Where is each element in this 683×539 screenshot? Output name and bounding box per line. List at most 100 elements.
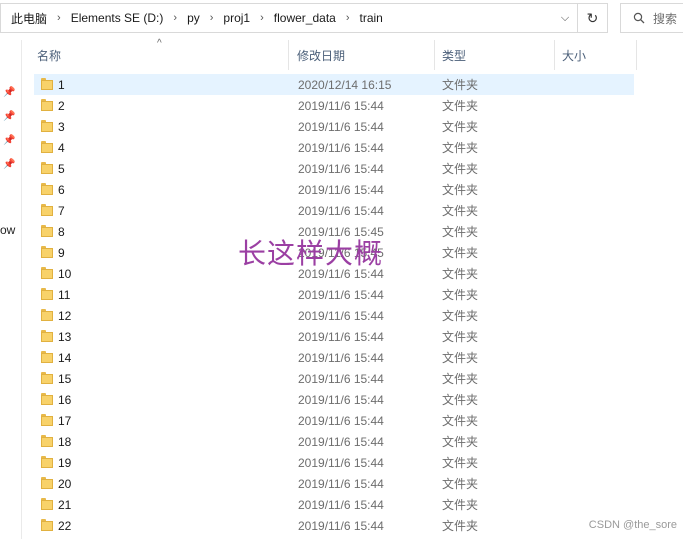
breadcrumb-item[interactable]: py — [183, 11, 204, 25]
breadcrumb-item[interactable]: Elements SE (D:) — [67, 11, 168, 25]
breadcrumb-item[interactable]: train — [356, 11, 387, 25]
folder-icon — [41, 120, 53, 132]
file-name: 7 — [58, 203, 65, 218]
file-name: 16 — [58, 392, 72, 407]
file-name: 8 — [58, 224, 65, 239]
watermark: CSDN @the_sore — [588, 519, 677, 531]
file-name: 17 — [58, 413, 72, 428]
file-row[interactable]: 4 2019/11/6 15:44 文件夹 — [34, 137, 634, 158]
modified-date: 2019/11/6 15:44 — [298, 119, 384, 134]
folder-icon — [41, 204, 53, 216]
breadcrumb-separator-icon[interactable]: › — [51, 12, 67, 24]
file-row[interactable]: 12 2019/11/6 15:44 文件夹 — [34, 305, 634, 326]
breadcrumb-separator-icon[interactable]: › — [204, 12, 220, 24]
file-row[interactable]: 3 2019/11/6 15:44 文件夹 — [34, 116, 634, 137]
file-row[interactable]: 21 2019/11/6 15:44 文件夹 — [34, 494, 634, 515]
column-header-date[interactable]: 修改日期 — [290, 40, 434, 70]
pin-icon[interactable]: 📌 — [3, 135, 15, 146]
folder-icon — [41, 225, 53, 237]
address-dropdown-icon[interactable]: ⌵ — [553, 4, 577, 32]
file-row[interactable]: 13 2019/11/6 15:44 文件夹 — [34, 326, 634, 347]
file-row[interactable]: 1 2020/12/14 16:15 文件夹 — [34, 74, 634, 95]
folder-icon — [41, 435, 53, 447]
folder-icon — [41, 141, 53, 153]
file-row[interactable]: 22 2019/11/6 15:44 文件夹 — [34, 515, 634, 536]
folder-icon — [41, 372, 53, 384]
file-type: 文件夹 — [442, 519, 479, 533]
refresh-button[interactable]: ↻ — [578, 3, 608, 33]
file-name: 3 — [58, 119, 65, 134]
nav-item-label[interactable]: ow — [0, 223, 15, 237]
column-header-size[interactable]: 大小 — [555, 40, 635, 70]
file-name: 4 — [58, 140, 65, 155]
file-type: 文件夹 — [442, 141, 479, 155]
file-name: 6 — [58, 182, 65, 197]
file-type: 文件夹 — [442, 393, 479, 407]
file-row[interactable]: 2 2019/11/6 15:44 文件夹 — [34, 95, 634, 116]
search-box[interactable]: 搜索 — [620, 3, 683, 33]
column-divider[interactable] — [636, 40, 637, 70]
file-type: 文件夹 — [442, 372, 479, 386]
folder-icon — [41, 309, 53, 321]
modified-date: 2019/11/6 15:44 — [298, 140, 384, 155]
file-name: 11 — [58, 287, 71, 302]
file-row[interactable]: 18 2019/11/6 15:44 文件夹 — [34, 431, 634, 452]
folder-icon — [41, 414, 53, 426]
folder-icon — [41, 477, 53, 489]
file-row[interactable]: 16 2019/11/6 15:44 文件夹 — [34, 389, 634, 410]
file-type: 文件夹 — [442, 78, 479, 92]
folder-icon — [41, 183, 53, 195]
file-type: 文件夹 — [442, 309, 479, 323]
column-name-label: 名称 — [37, 48, 62, 63]
modified-date: 2019/11/6 15:44 — [298, 476, 384, 491]
pin-icon[interactable]: 📌 — [3, 159, 15, 170]
breadcrumb-item[interactable]: proj1 — [219, 11, 254, 25]
file-type: 文件夹 — [442, 162, 479, 176]
column-type-label: 类型 — [442, 48, 467, 63]
breadcrumb-separator-icon[interactable]: › — [167, 12, 183, 24]
pin-icon[interactable]: 📌 — [3, 87, 15, 98]
file-name: 13 — [58, 329, 72, 344]
file-type: 文件夹 — [442, 120, 479, 134]
pin-icon[interactable]: 📌 — [3, 111, 15, 122]
file-row[interactable]: 20 2019/11/6 15:44 文件夹 — [34, 473, 634, 494]
file-type: 文件夹 — [442, 288, 479, 302]
file-row[interactable]: 5 2019/11/6 15:44 文件夹 — [34, 158, 634, 179]
file-row[interactable]: 19 2019/11/6 15:44 文件夹 — [34, 452, 634, 473]
folder-icon — [41, 246, 53, 258]
column-date-label: 修改日期 — [297, 48, 346, 63]
breadcrumb-item[interactable]: 此电脑 — [7, 10, 51, 27]
file-type: 文件夹 — [442, 246, 479, 260]
column-header-name[interactable]: 名称 — [30, 40, 288, 70]
file-row[interactable]: 17 2019/11/6 15:44 文件夹 — [34, 410, 634, 431]
modified-date: 2019/11/6 15:44 — [298, 434, 384, 449]
address-bar[interactable]: 此电脑 › Elements SE (D:) › py › proj1 › flower_dat… — [0, 3, 578, 33]
modified-date: 2019/11/6 15:44 — [298, 518, 384, 533]
file-row[interactable]: 14 2019/11/6 15:44 文件夹 — [34, 347, 634, 368]
file-row[interactable]: 11 2019/11/6 15:44 文件夹 — [34, 284, 634, 305]
column-size-label: 大小 — [562, 48, 587, 63]
column-divider[interactable] — [288, 40, 289, 70]
file-name: 19 — [58, 455, 72, 470]
file-list: 1 2020/12/14 16:15 文件夹 2 2019/11/6 15:44 文件夹 3… — [34, 74, 634, 536]
modified-date: 2019/11/6 15:44 — [298, 455, 384, 470]
file-name: 9 — [58, 245, 65, 260]
file-row[interactable]: 6 2019/11/6 15:44 文件夹 — [34, 179, 634, 200]
breadcrumb-separator-icon[interactable]: › — [254, 12, 270, 24]
column-headers: ^ 名称 修改日期 类型 大小 — [30, 38, 636, 70]
refresh-icon: ↻ — [586, 9, 599, 26]
column-header-type[interactable]: 类型 — [435, 40, 555, 70]
folder-icon — [41, 393, 53, 405]
breadcrumb-separator-icon[interactable]: › — [340, 12, 356, 24]
breadcrumb-item[interactable]: flower_data — [270, 11, 340, 25]
file-type: 文件夹 — [442, 225, 479, 239]
file-name: 18 — [58, 434, 72, 449]
file-row[interactable]: 7 2019/11/6 15:44 文件夹 — [34, 200, 634, 221]
file-row[interactable]: 15 2019/11/6 15:44 文件夹 — [34, 368, 634, 389]
file-name: 20 — [58, 476, 72, 491]
file-type: 文件夹 — [442, 204, 479, 218]
breadcrumb: 此电脑 › Elements SE (D:) › py › proj1 › flower_dat… — [1, 10, 553, 27]
file-type: 文件夹 — [442, 456, 479, 470]
file-type: 文件夹 — [442, 330, 479, 344]
folder-icon — [41, 267, 53, 279]
